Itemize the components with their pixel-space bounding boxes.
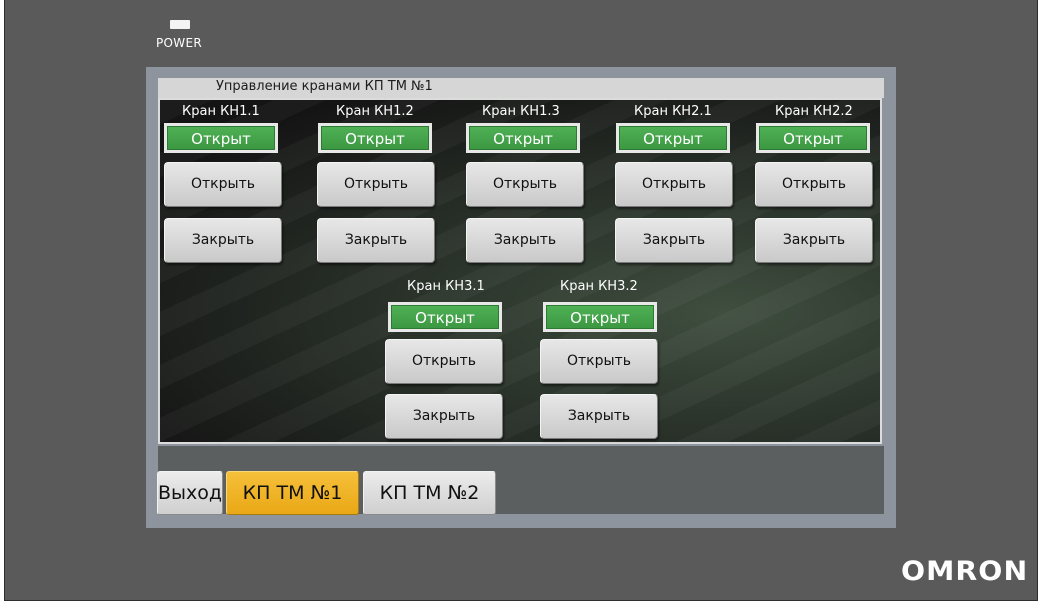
valve-label-kn2-1: Кран КН2.1	[634, 104, 712, 119]
tab-kp-tm-2[interactable]: КП ТМ №2	[363, 471, 496, 515]
close-button-kn2-1[interactable]: Закрыть	[615, 218, 733, 263]
valve-status-kn3-2: Открыт	[543, 302, 657, 332]
valve-label-kn3-1: Кран КН3.1	[407, 279, 485, 294]
valve-status-kn3-1: Открыт	[388, 302, 502, 332]
valve-status-text: Открыт	[321, 126, 429, 150]
open-button-kn1-3[interactable]: Открыть	[466, 162, 584, 207]
open-button-kn3-2[interactable]: Открыть	[540, 339, 658, 384]
valve-status-kn1-1: Открыт	[164, 123, 278, 153]
open-button-kn2-1[interactable]: Открыть	[615, 162, 733, 207]
valve-status-kn1-2: Открыт	[318, 123, 432, 153]
open-button-kn3-1[interactable]: Открыть	[385, 339, 503, 384]
valve-label-kn1-1: Кран КН1.1	[182, 104, 260, 119]
power-led-icon	[170, 20, 190, 29]
valve-label-kn2-2: Кран КН2.2	[775, 104, 853, 119]
valve-status-text: Открыт	[619, 126, 727, 150]
close-button-kn1-2[interactable]: Закрыть	[317, 218, 435, 263]
panel-title: Управление кранами КП ТМ №1	[216, 79, 433, 94]
close-button-kn1-3[interactable]: Закрыть	[466, 218, 584, 263]
power-label: POWER	[156, 36, 202, 50]
valve-status-text: Открыт	[759, 126, 867, 150]
tab-kp-tm-1[interactable]: КП ТМ №1	[226, 471, 359, 515]
open-button-kn2-2[interactable]: Открыть	[755, 162, 873, 207]
open-button-kn1-2[interactable]: Открыть	[317, 162, 435, 207]
close-button-kn3-1[interactable]: Закрыть	[385, 394, 503, 439]
valve-status-text: Открыт	[546, 305, 654, 329]
valve-status-kn2-1: Открыт	[616, 123, 730, 153]
valve-status-kn1-3: Открыт	[466, 123, 580, 153]
close-button-kn1-1[interactable]: Закрыть	[164, 218, 282, 263]
valve-label-kn3-2: Кран КН3.2	[560, 279, 638, 294]
valve-status-text: Открыт	[391, 305, 499, 329]
close-button-kn3-2[interactable]: Закрыть	[540, 394, 658, 439]
valve-status-text: Открыт	[469, 126, 577, 150]
brand-logo: OMRON	[901, 556, 1029, 587]
close-button-kn2-2[interactable]: Закрыть	[755, 218, 873, 263]
valve-status-kn2-2: Открыт	[756, 123, 870, 153]
valve-label-kn1-2: Кран КН1.2	[336, 104, 414, 119]
valve-label-kn1-3: Кран КН1.3	[482, 104, 560, 119]
open-button-kn1-1[interactable]: Открыть	[164, 162, 282, 207]
valve-status-text: Открыт	[167, 126, 275, 150]
exit-button[interactable]: Выход	[157, 471, 223, 515]
